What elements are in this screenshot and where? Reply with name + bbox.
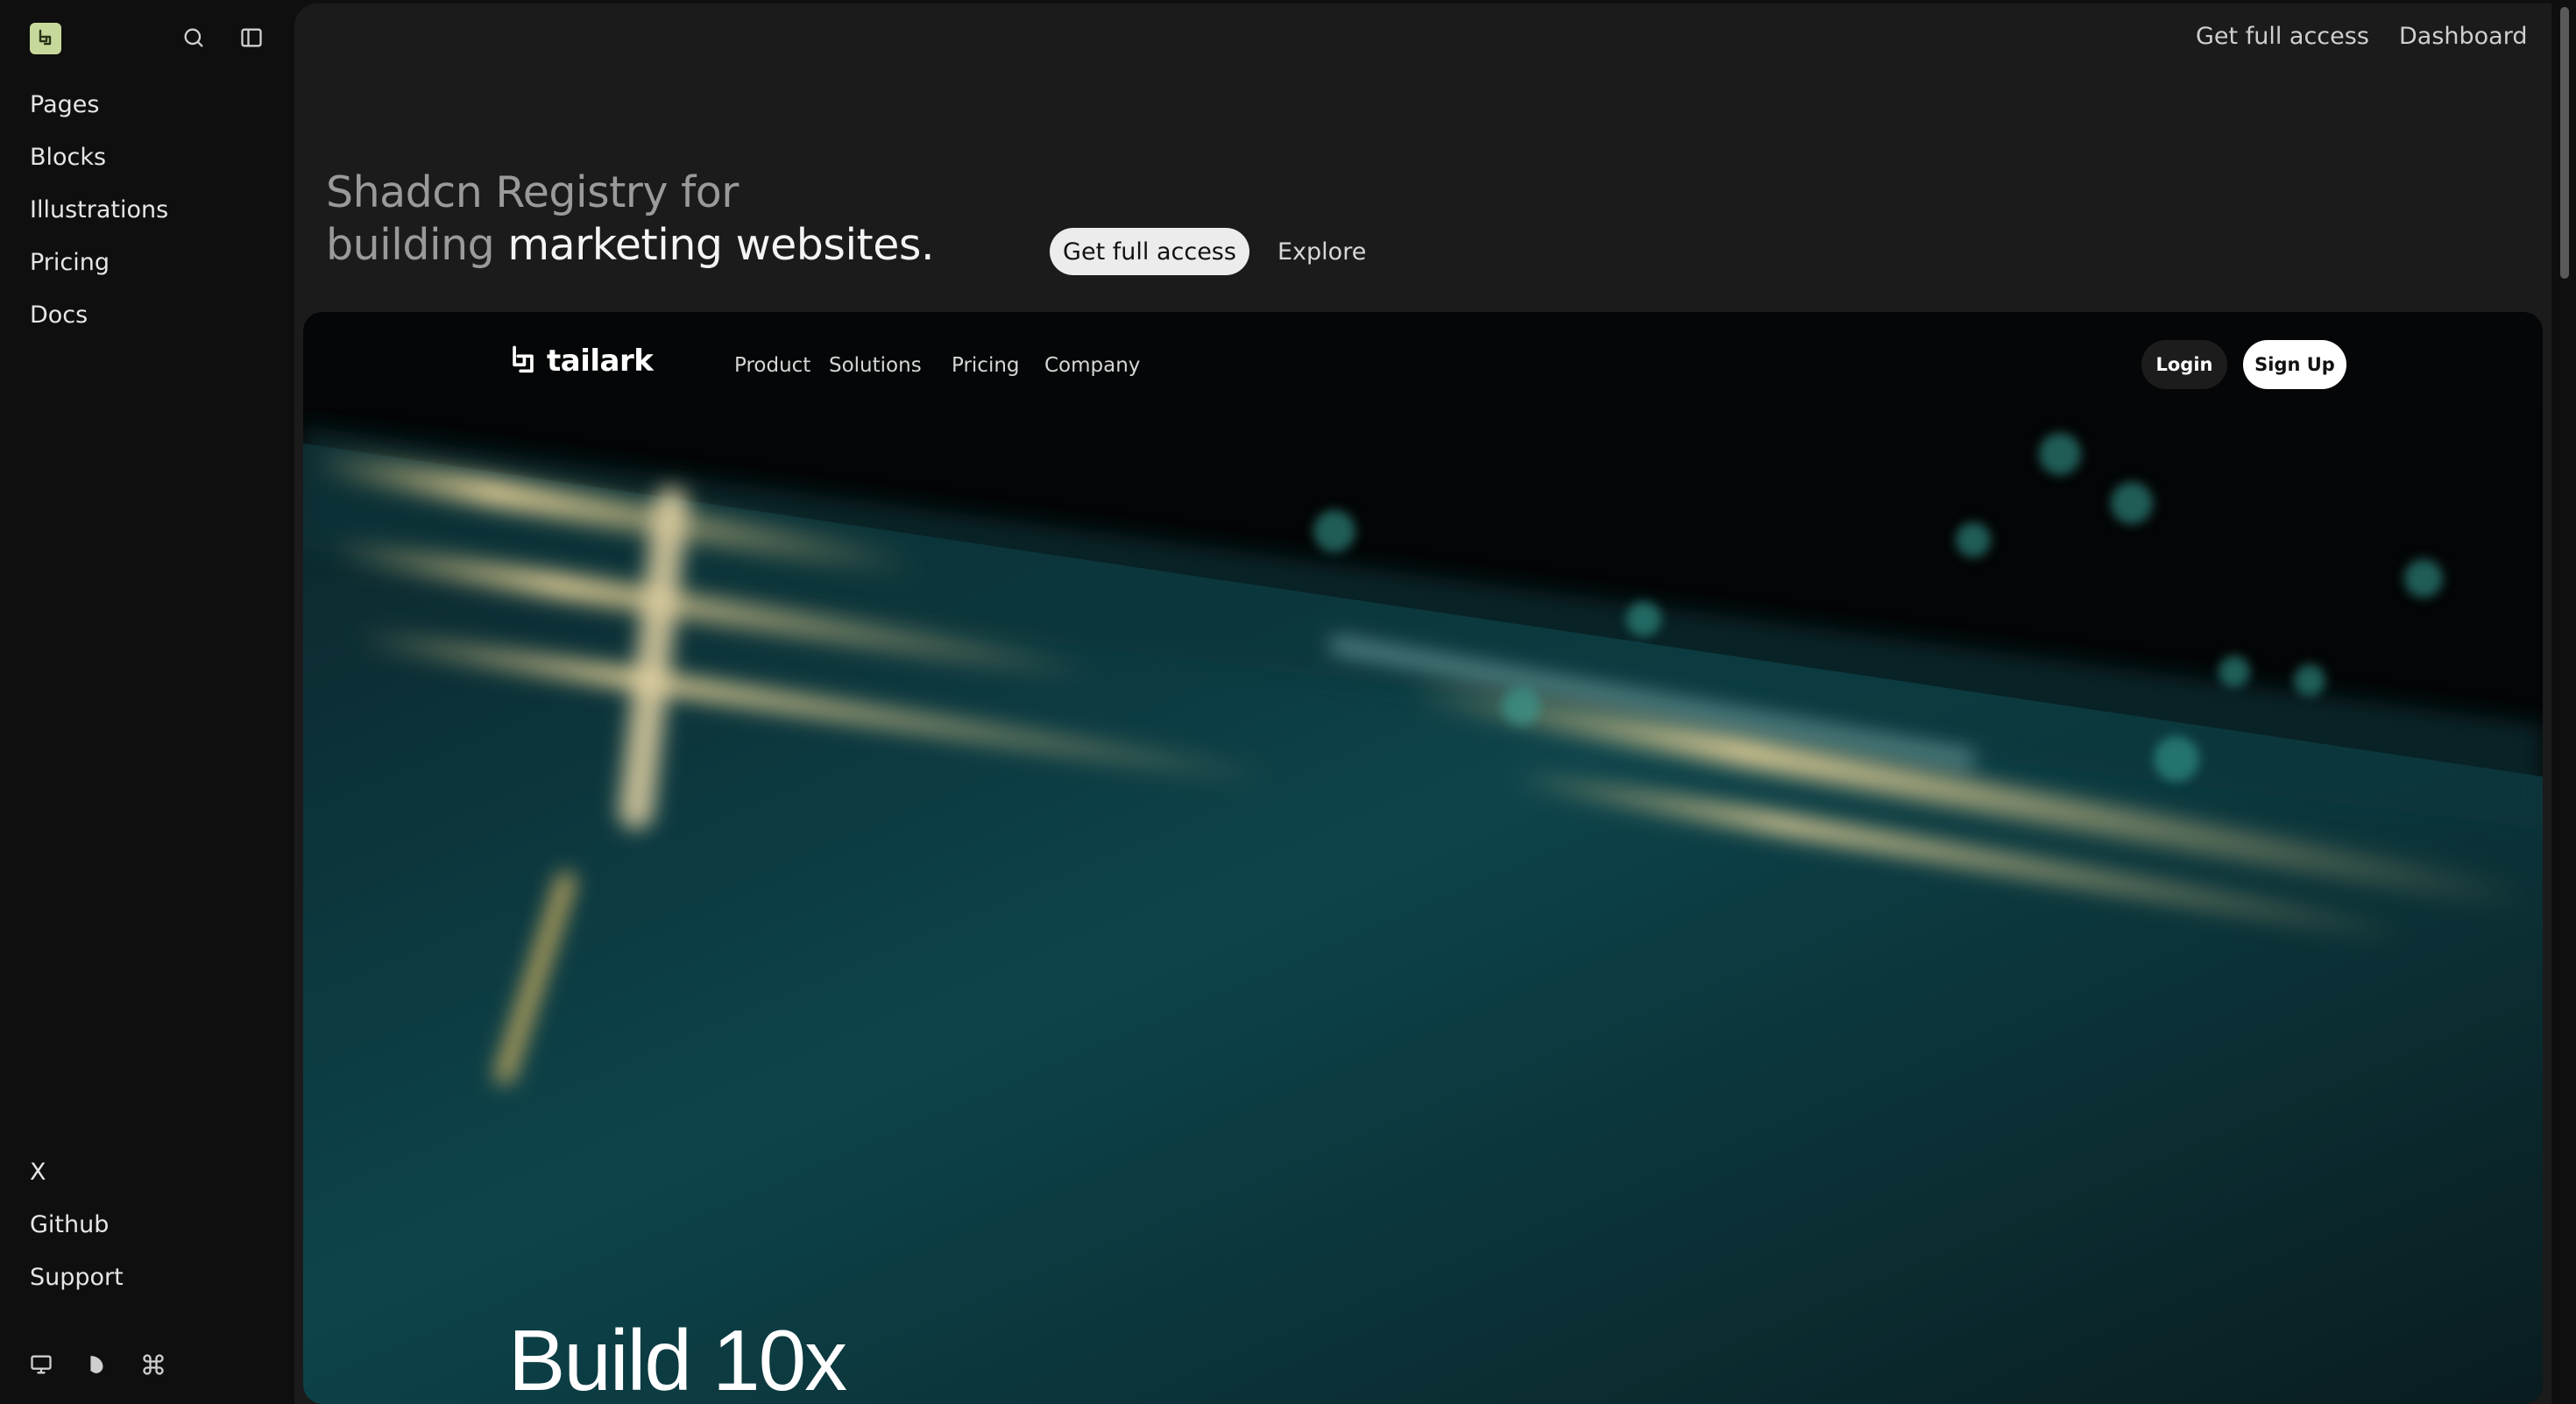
theme-icon[interactable] xyxy=(82,1350,112,1379)
preview-navbar: tailark Product Solutions Pricing Compan… xyxy=(303,312,2543,408)
preview-login-button[interactable]: Login xyxy=(2141,340,2227,389)
logo-icon[interactable] xyxy=(30,23,61,54)
command-icon[interactable] xyxy=(138,1350,168,1379)
sidebar-item-docs[interactable]: Docs xyxy=(30,301,88,329)
monitor-icon[interactable] xyxy=(26,1350,56,1379)
hero-background-image xyxy=(303,408,2543,1404)
dashboard-link[interactable]: Dashboard xyxy=(2399,23,2527,50)
preview-brand[interactable]: tailark xyxy=(508,344,654,379)
tailark-logo-icon xyxy=(513,345,534,373)
preview-hero-heading: Build 10x xyxy=(508,1312,847,1404)
sidebar-link-support[interactable]: Support xyxy=(30,1264,124,1291)
get-full-access-link[interactable]: Get full access xyxy=(2196,23,2369,50)
website-preview: tailark Product Solutions Pricing Compan… xyxy=(303,312,2543,1404)
tagline-muted: building xyxy=(326,220,495,270)
preview-brand-name: tailark xyxy=(547,344,654,379)
search-icon[interactable] xyxy=(179,23,209,53)
explore-button[interactable]: Explore xyxy=(1277,228,1366,275)
sidebar-item-blocks[interactable]: Blocks xyxy=(30,144,106,171)
tagline-line-2: building marketing websites. xyxy=(326,219,935,272)
preview-nav-company[interactable]: Company xyxy=(1044,354,1140,377)
sidebar-item-pages[interactable]: Pages xyxy=(30,91,99,118)
sidebar-item-illustrations[interactable]: Illustrations xyxy=(30,196,168,223)
tagline-line-1: Shadcn Registry for xyxy=(326,167,739,217)
preview-signup-button[interactable]: Sign Up xyxy=(2243,340,2346,389)
tagline-strong: marketing websites. xyxy=(507,220,935,270)
preview-nav-pricing[interactable]: Pricing xyxy=(952,354,1020,377)
sidebar-link-x[interactable]: X xyxy=(30,1159,46,1186)
sidebar: Pages Blocks Illustrations Pricing Docs … xyxy=(0,0,294,1404)
main-panel: Get full access Dashboard Shadcn Registr… xyxy=(294,4,2551,1404)
preview-nav-solutions[interactable]: Solutions xyxy=(829,354,922,377)
get-full-access-button[interactable]: Get full access xyxy=(1050,228,1249,275)
sidebar-toggle-icon[interactable] xyxy=(237,23,266,53)
scrollbar[interactable] xyxy=(2551,0,2576,1404)
hero-tagline: Shadcn Registry for building marketing w… xyxy=(326,167,935,272)
preview-nav-product[interactable]: Product xyxy=(734,354,810,377)
sidebar-item-pricing[interactable]: Pricing xyxy=(30,249,110,276)
sidebar-link-github[interactable]: Github xyxy=(30,1211,109,1238)
scrollbar-thumb[interactable] xyxy=(2560,7,2569,279)
